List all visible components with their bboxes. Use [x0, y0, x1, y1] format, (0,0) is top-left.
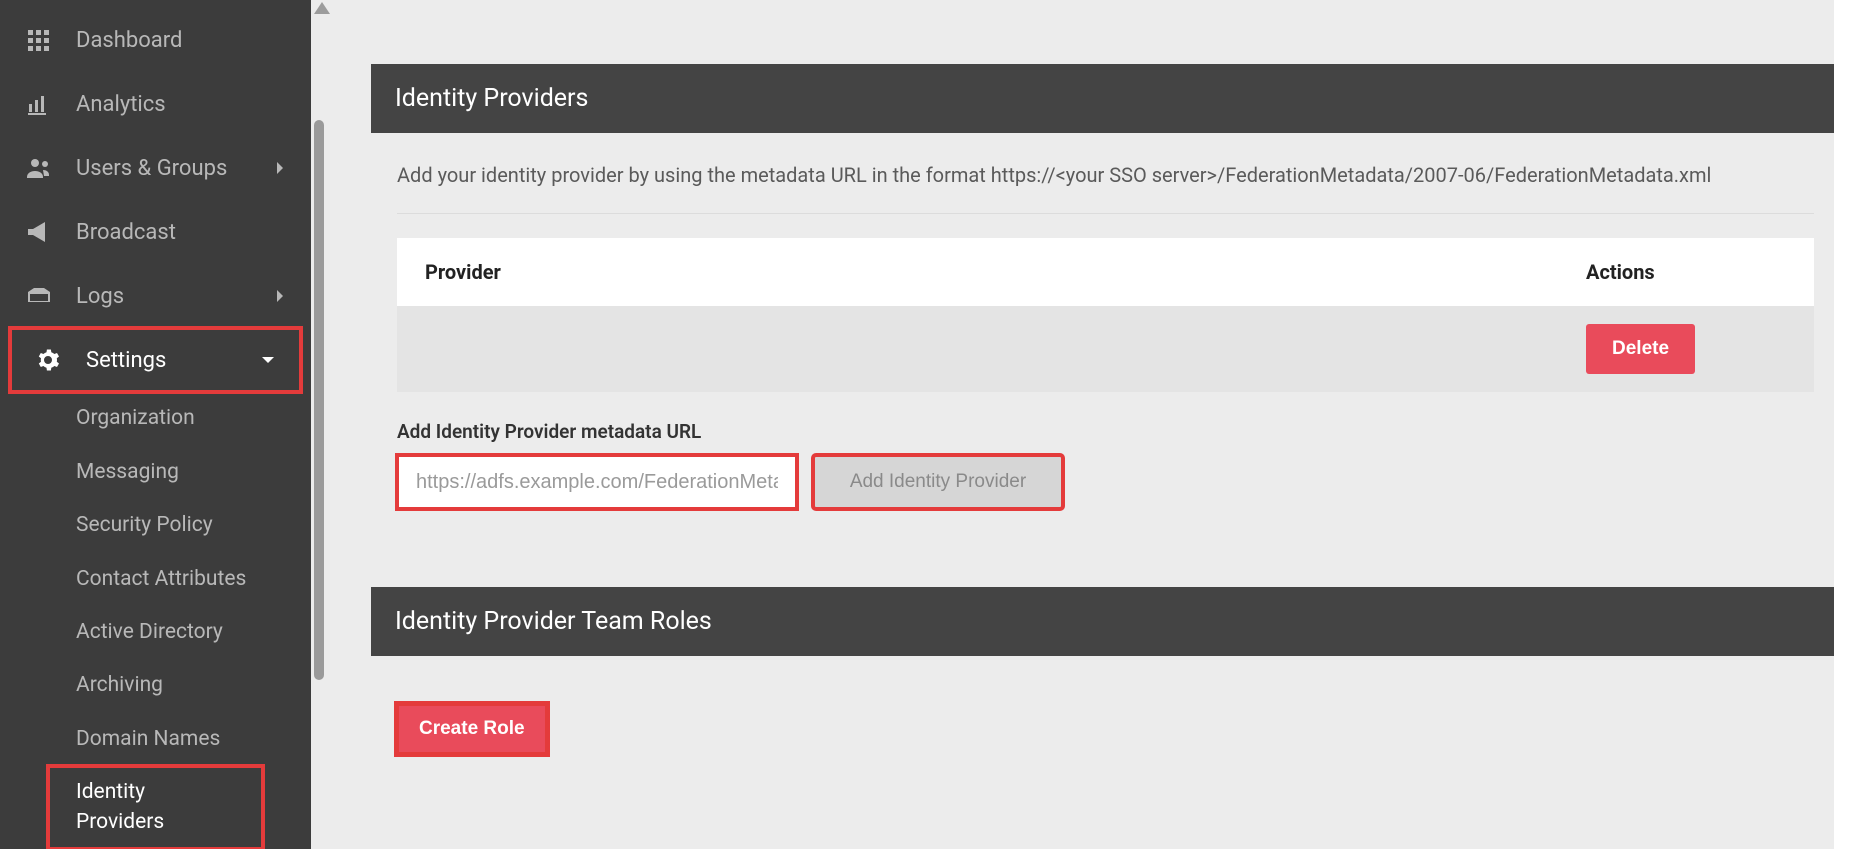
dashboard-icon: [26, 28, 62, 52]
logs-icon: [26, 286, 62, 306]
table-row: Delete: [397, 306, 1814, 392]
sidebar-item-label: Broadcast: [76, 220, 176, 245]
helper-text: Add your identity provider by using the …: [397, 163, 1814, 214]
sidebar-subitem-security-policy[interactable]: Security Policy: [0, 499, 311, 552]
delete-button[interactable]: Delete: [1586, 324, 1695, 374]
chevron-right-icon: [275, 161, 285, 175]
sidebar-item-logs[interactable]: Logs: [0, 264, 311, 328]
metadata-url-input[interactable]: [397, 455, 797, 509]
sidebar-item-broadcast[interactable]: Broadcast: [0, 200, 311, 264]
sidebar-item-label: Users & Groups: [76, 156, 227, 181]
sidebar: Dashboard Analytics Users & Groups Broad…: [0, 0, 311, 849]
table-header-row: Provider Actions: [397, 238, 1814, 306]
settings-submenu: Organization Messaging Security Policy C…: [0, 392, 311, 849]
sidebar-item-label: Settings: [86, 348, 166, 373]
sidebar-item-dashboard[interactable]: Dashboard: [0, 8, 311, 72]
gear-icon: [36, 348, 72, 372]
sidebar-item-label: Logs: [76, 284, 124, 309]
main-content: Identity Providers Add your identity pro…: [311, 0, 1870, 849]
chevron-down-icon: [261, 355, 275, 365]
users-icon: [26, 156, 62, 180]
column-header-actions: Actions: [1586, 260, 1786, 284]
team-roles-panel: Identity Provider Team Roles Create Role: [371, 587, 1840, 794]
create-role-button[interactable]: Create Role: [397, 704, 547, 754]
add-identity-provider-button[interactable]: Add Identity Provider: [813, 455, 1063, 509]
collapse-arrow-icon[interactable]: [314, 2, 330, 14]
sidebar-item-users-groups[interactable]: Users & Groups: [0, 136, 311, 200]
sidebar-item-label: Dashboard: [76, 28, 182, 53]
chevron-right-icon: [275, 289, 285, 303]
create-role-highlight: Create Role: [397, 704, 547, 754]
providers-table: Provider Actions Delete: [397, 238, 1814, 392]
analytics-icon: [26, 92, 62, 116]
sidebar-subitem-organization[interactable]: Organization: [0, 392, 311, 445]
right-edge: [1834, 0, 1870, 849]
broadcast-icon: [26, 220, 62, 244]
identity-providers-panel: Identity Providers Add your identity pro…: [371, 64, 1840, 549]
sidebar-item-label: Analytics: [76, 92, 166, 117]
column-header-provider: Provider: [425, 260, 1586, 284]
sidebar-item-settings[interactable]: Settings: [10, 328, 301, 392]
add-idp-label: Add Identity Provider metadata URL: [397, 420, 1814, 443]
sidebar-item-analytics[interactable]: Analytics: [0, 72, 311, 136]
sidebar-subitem-active-directory[interactable]: Active Directory: [0, 606, 311, 659]
panel-title: Identity Providers: [371, 64, 1840, 133]
sidebar-subitem-messaging[interactable]: Messaging: [0, 446, 311, 499]
sidebar-subitem-contact-attributes[interactable]: Contact Attributes: [0, 553, 311, 606]
sidebar-subitem-domain-names[interactable]: Domain Names: [0, 713, 311, 766]
sidebar-subitem-identity-providers[interactable]: Identity Providers: [48, 766, 263, 849]
panel-title: Identity Provider Team Roles: [371, 587, 1840, 656]
scrollbar[interactable]: [314, 120, 324, 680]
sidebar-subitem-archiving[interactable]: Archiving: [0, 659, 311, 712]
